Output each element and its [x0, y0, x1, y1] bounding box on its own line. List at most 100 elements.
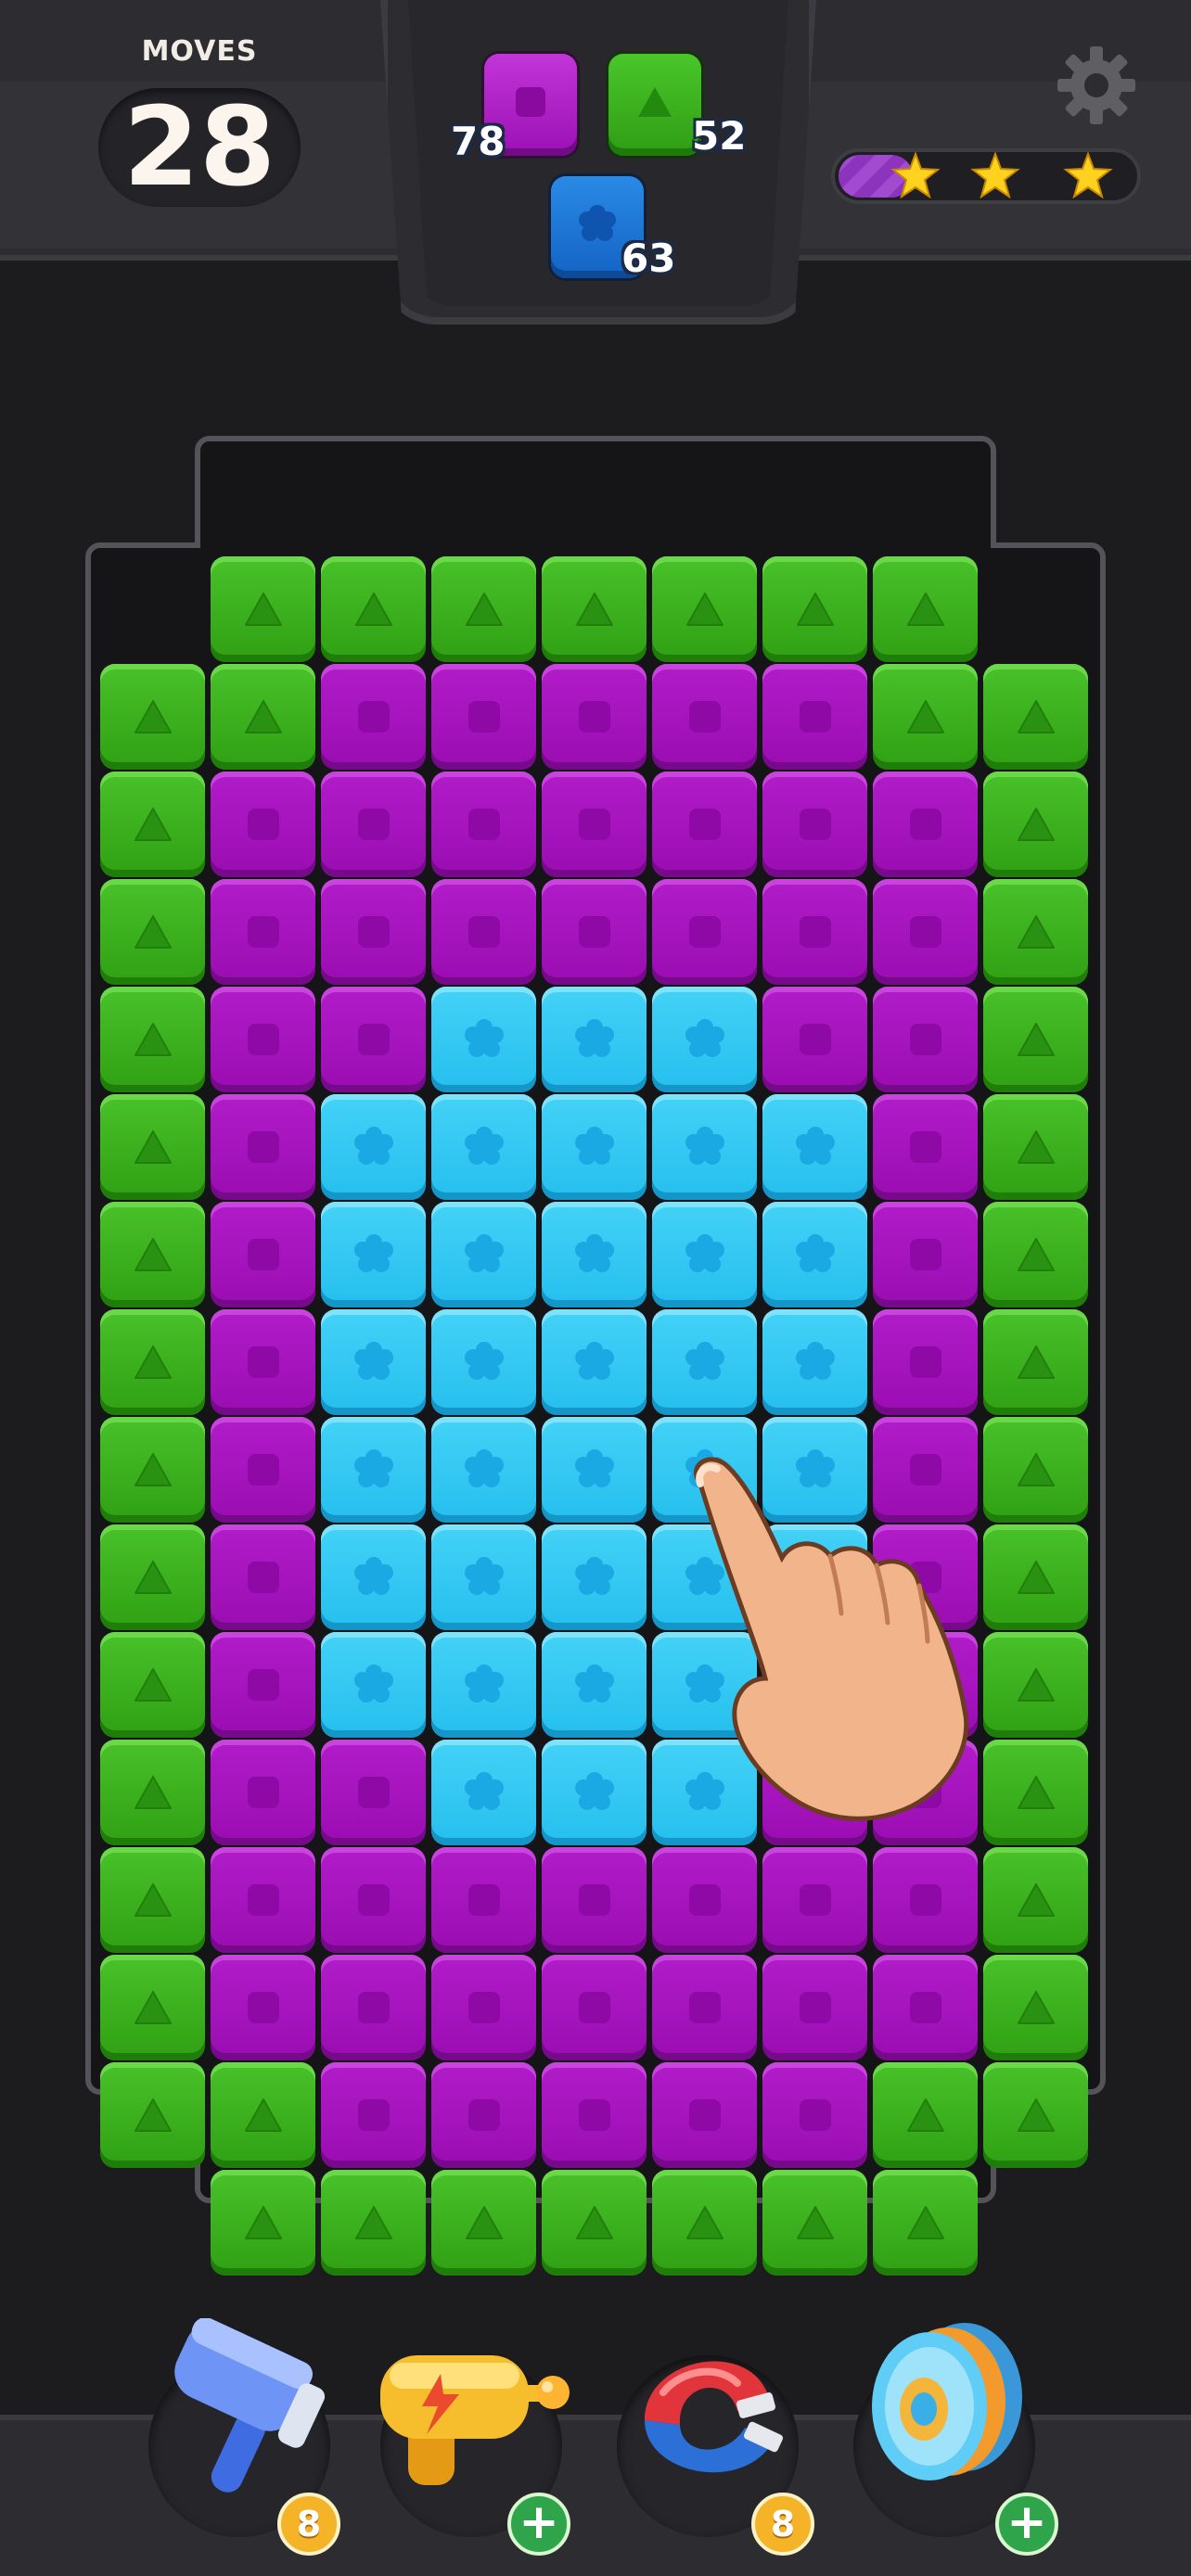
tile-green-triangle[interactable]	[983, 1740, 1088, 1845]
tile-cyan-flower[interactable]	[431, 1094, 536, 1200]
tile-cyan-flower[interactable]	[542, 1632, 647, 1738]
tile-purple-square[interactable]	[873, 1417, 978, 1523]
tile-green-triangle[interactable]	[983, 1632, 1088, 1738]
tile-purple-square[interactable]	[762, 1847, 867, 1953]
tile-green-triangle[interactable]	[873, 2062, 978, 2168]
tile-purple-square[interactable]	[321, 2062, 426, 2168]
tile-cyan-flower[interactable]	[542, 1202, 647, 1307]
tile-green-triangle[interactable]	[100, 664, 205, 770]
tile-purple-square[interactable]	[431, 1847, 536, 1953]
tile-cyan-flower[interactable]	[431, 1417, 536, 1523]
tile-green-triangle[interactable]	[321, 2170, 426, 2276]
tile-cyan-flower[interactable]	[431, 1632, 536, 1738]
tile-cyan-flower[interactable]	[762, 1202, 867, 1307]
tile-cyan-flower[interactable]	[652, 1417, 757, 1523]
tile-purple-square[interactable]	[652, 2062, 757, 2168]
tile-purple-square[interactable]	[211, 1955, 315, 2060]
tile-green-triangle[interactable]	[873, 664, 978, 770]
tile-green-triangle[interactable]	[873, 2170, 978, 2276]
tile-green-triangle[interactable]	[211, 2062, 315, 2168]
tile-green-triangle[interactable]	[983, 1524, 1088, 1630]
tile-green-triangle[interactable]	[983, 772, 1088, 877]
tile-purple-square[interactable]	[762, 1632, 867, 1738]
tile-cyan-flower[interactable]	[652, 1632, 757, 1738]
tile-green-triangle[interactable]	[431, 556, 536, 662]
tile-green-triangle[interactable]	[211, 556, 315, 662]
tile-green-triangle[interactable]	[652, 556, 757, 662]
tile-cyan-flower[interactable]	[431, 1740, 536, 1845]
tile-green-triangle[interactable]	[652, 2170, 757, 2276]
tile-green-triangle[interactable]	[983, 1417, 1088, 1523]
tile-purple-square[interactable]	[762, 879, 867, 985]
tile-purple-square[interactable]	[431, 772, 536, 877]
tile-cyan-flower[interactable]	[542, 1417, 647, 1523]
tile-purple-square[interactable]	[762, 1740, 867, 1845]
tile-purple-square[interactable]	[321, 879, 426, 985]
tile-purple-square[interactable]	[211, 1847, 315, 1953]
tile-green-triangle[interactable]	[211, 2170, 315, 2276]
tile-purple-square[interactable]	[652, 879, 757, 985]
tile-green-triangle[interactable]	[983, 879, 1088, 985]
tile-cyan-flower[interactable]	[652, 1094, 757, 1200]
tile-green-triangle[interactable]	[100, 1632, 205, 1738]
tile-green-triangle[interactable]	[100, 1955, 205, 2060]
tile-cyan-flower[interactable]	[652, 987, 757, 1092]
tile-purple-square[interactable]	[873, 987, 978, 1092]
tile-cyan-flower[interactable]	[321, 1417, 426, 1523]
tile-purple-square[interactable]	[652, 1955, 757, 2060]
tile-cyan-flower[interactable]	[431, 1309, 536, 1415]
tile-cyan-flower[interactable]	[652, 1740, 757, 1845]
blaster-icon[interactable]	[371, 2318, 575, 2504]
tile-green-triangle[interactable]	[983, 1955, 1088, 2060]
tile-purple-square[interactable]	[321, 664, 426, 770]
tile-purple-square[interactable]	[542, 1955, 647, 2060]
magnet-icon[interactable]	[608, 2318, 812, 2504]
tile-green-triangle[interactable]	[542, 556, 647, 662]
tile-purple-square[interactable]	[873, 1309, 978, 1415]
tile-green-triangle[interactable]	[100, 1417, 205, 1523]
disc-add-badge[interactable]: +	[995, 2493, 1058, 2556]
tile-green-triangle[interactable]	[211, 664, 315, 770]
tile-purple-square[interactable]	[321, 1847, 426, 1953]
tile-green-triangle[interactable]	[983, 2062, 1088, 2168]
tile-purple-square[interactable]	[873, 1094, 978, 1200]
disc-icon[interactable]	[844, 2309, 1048, 2494]
tile-green-triangle[interactable]	[100, 1309, 205, 1415]
tile-cyan-flower[interactable]	[762, 1309, 867, 1415]
tile-purple-square[interactable]	[652, 772, 757, 877]
tile-green-triangle[interactable]	[100, 1094, 205, 1200]
tile-purple-square[interactable]	[652, 664, 757, 770]
tile-purple-square[interactable]	[321, 772, 426, 877]
tile-purple-square[interactable]	[211, 1202, 315, 1307]
tile-purple-square[interactable]	[762, 1955, 867, 2060]
tile-purple-square[interactable]	[762, 2062, 867, 2168]
tile-purple-square[interactable]	[321, 1740, 426, 1845]
tile-green-triangle[interactable]	[762, 2170, 867, 2276]
tile-purple-square[interactable]	[542, 2062, 647, 2168]
tile-purple-square[interactable]	[211, 772, 315, 877]
tile-purple-square[interactable]	[542, 664, 647, 770]
tile-green-triangle[interactable]	[542, 2170, 647, 2276]
tile-purple-square[interactable]	[321, 987, 426, 1092]
tile-green-triangle[interactable]	[431, 2170, 536, 2276]
tile-cyan-flower[interactable]	[431, 1524, 536, 1630]
tile-green-triangle[interactable]	[983, 1847, 1088, 1953]
tile-cyan-flower[interactable]	[542, 987, 647, 1092]
blaster-add-badge[interactable]: +	[507, 2493, 570, 2556]
tile-green-triangle[interactable]	[762, 556, 867, 662]
tile-green-triangle[interactable]	[321, 556, 426, 662]
tile-purple-square[interactable]	[211, 1309, 315, 1415]
tile-purple-square[interactable]	[211, 1740, 315, 1845]
tile-purple-square[interactable]	[211, 1094, 315, 1200]
tile-purple-square[interactable]	[211, 1524, 315, 1630]
tile-green-triangle[interactable]	[983, 1094, 1088, 1200]
tile-green-triangle[interactable]	[100, 987, 205, 1092]
tile-cyan-flower[interactable]	[431, 987, 536, 1092]
tile-purple-square[interactable]	[873, 1847, 978, 1953]
tile-cyan-flower[interactable]	[542, 1524, 647, 1630]
tile-purple-square[interactable]	[431, 2062, 536, 2168]
tile-purple-square[interactable]	[762, 772, 867, 877]
tile-purple-square[interactable]	[431, 664, 536, 770]
tile-purple-square[interactable]	[211, 1417, 315, 1523]
tile-cyan-flower[interactable]	[321, 1202, 426, 1307]
